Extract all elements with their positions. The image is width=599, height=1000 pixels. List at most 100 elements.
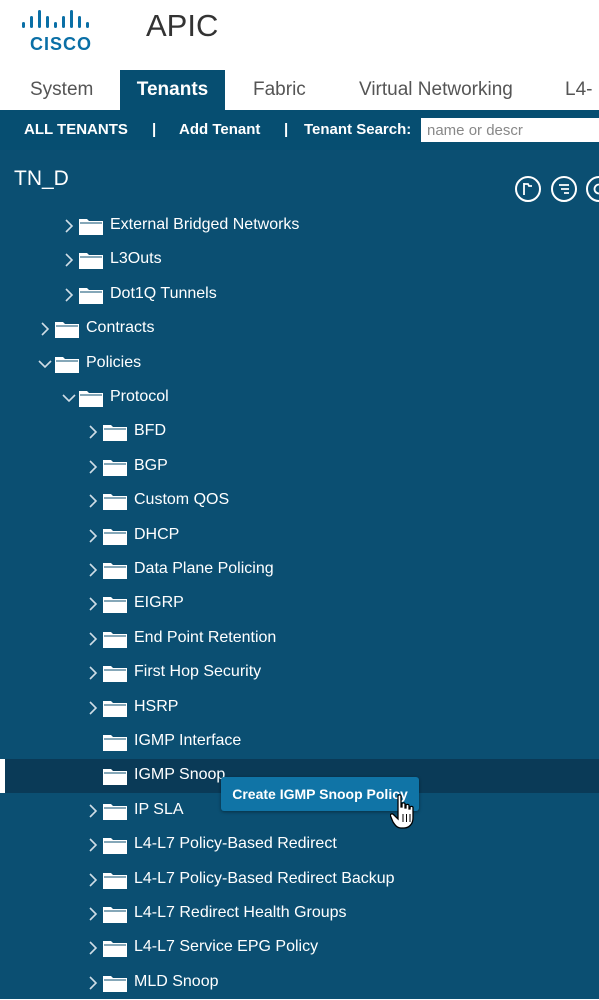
- tree-node-label: MLD Snoop: [134, 973, 219, 991]
- tree-node-label: L3Outs: [110, 250, 162, 268]
- folder-icon: [55, 320, 79, 338]
- cisco-logo: CISCO: [20, 8, 100, 52]
- tree-node[interactable]: L3Outs: [0, 243, 599, 277]
- tree-node[interactable]: L4-L7 Service EPG Policy: [0, 931, 599, 965]
- add-tenant-link[interactable]: Add Tenant: [179, 121, 260, 138]
- tree-node[interactable]: L4-L7 Policy-Based Redirect: [0, 828, 599, 862]
- chevron-right-icon[interactable]: [84, 491, 102, 511]
- tree-node[interactable]: EIGRP: [0, 587, 599, 621]
- chevron-right-icon[interactable]: [84, 904, 102, 924]
- folder-icon: [103, 836, 127, 854]
- tab-l4-l7[interactable]: L4-: [553, 70, 599, 110]
- tree-action-icon[interactable]: [515, 176, 541, 202]
- tree-node[interactable]: DHCP: [0, 519, 599, 553]
- chevron-right-icon[interactable]: [84, 870, 102, 890]
- app-title: APIC: [146, 8, 218, 44]
- tree-node-label: L4-L7 Policy-Based Redirect Backup: [134, 870, 395, 888]
- cisco-bars-icon: [22, 10, 94, 30]
- folder-icon: [103, 939, 127, 957]
- tree-node-label: HSRP: [134, 698, 178, 716]
- tab-system[interactable]: System: [18, 70, 114, 110]
- folder-icon: [103, 871, 127, 889]
- selection-indicator: [0, 759, 5, 793]
- folder-icon: [103, 802, 127, 820]
- tree-node-label: Data Plane Policing: [134, 560, 274, 578]
- tree-node[interactable]: IGMP Interface: [0, 725, 599, 759]
- tree-node-label: Protocol: [110, 388, 169, 406]
- tab-fabric[interactable]: Fabric: [241, 70, 331, 110]
- tree-node-label: L4-L7 Service EPG Policy: [134, 938, 318, 956]
- chevron-right-icon[interactable]: [84, 973, 102, 993]
- tree-node-label: BGP: [134, 457, 168, 475]
- tree-node-label: L4-L7 Policy-Based Redirect: [134, 835, 337, 853]
- chevron-down-icon[interactable]: [60, 388, 78, 408]
- header: CISCO APIC: [0, 0, 599, 70]
- tree-node[interactable]: Contracts: [0, 312, 599, 346]
- tree-node[interactable]: BGP: [0, 450, 599, 484]
- chevron-right-icon[interactable]: [84, 594, 102, 614]
- chevron-right-icon[interactable]: [84, 457, 102, 477]
- tree-node[interactable]: L4-L7 Redirect Health Groups: [0, 897, 599, 931]
- tree-node[interactable]: MLD Snoop: [0, 966, 599, 1000]
- chevron-right-icon[interactable]: [60, 250, 78, 270]
- tree-node-label: Dot1Q Tunnels: [110, 285, 217, 303]
- folder-icon: [55, 355, 79, 373]
- tree-node-label: End Point Retention: [134, 629, 276, 647]
- tree-node-label: DHCP: [134, 526, 179, 544]
- folder-icon: [103, 492, 127, 510]
- refresh-icon: [591, 181, 599, 197]
- folder-icon: [79, 217, 103, 235]
- folder-icon: [79, 251, 103, 269]
- chevron-right-icon[interactable]: [84, 629, 102, 649]
- chevron-right-icon[interactable]: [84, 422, 102, 442]
- tree-node[interactable]: End Point Retention: [0, 622, 599, 656]
- tree-node[interactable]: External Bridged Networks: [0, 209, 599, 243]
- tenant-search-label: Tenant Search:: [304, 121, 411, 138]
- tab-virtual-networking[interactable]: Virtual Networking: [347, 70, 547, 110]
- tree-node[interactable]: First Hop Security: [0, 656, 599, 690]
- chevron-right-icon[interactable]: [84, 526, 102, 546]
- tree-node[interactable]: Policies: [0, 347, 599, 381]
- tree-node[interactable]: L4-L7 Policy-Based Redirect Backup: [0, 863, 599, 897]
- all-tenants-link[interactable]: ALL TENANTS: [24, 121, 128, 138]
- tenant-search-input[interactable]: [421, 118, 599, 142]
- tree-node-label: Contracts: [86, 319, 154, 337]
- folder-icon: [103, 595, 127, 613]
- tree-node[interactable]: Data Plane Policing: [0, 553, 599, 587]
- tree-node[interactable]: Custom QOS: [0, 484, 599, 518]
- tree-node-label: EIGRP: [134, 594, 184, 612]
- tree-node-label: IP SLA: [134, 801, 184, 819]
- chevron-right-icon[interactable]: [84, 698, 102, 718]
- tab-tenants[interactable]: Tenants: [120, 70, 225, 110]
- tree-node[interactable]: Protocol: [0, 381, 599, 415]
- folder-icon: [103, 423, 127, 441]
- hand-pointer-cursor-icon: [390, 794, 414, 830]
- folder-icon: [103, 561, 127, 579]
- chevron-right-icon[interactable]: [60, 216, 78, 236]
- tree-node[interactable]: Dot1Q Tunnels: [0, 278, 599, 312]
- folder-icon: [103, 458, 127, 476]
- tree-node[interactable]: HSRP: [0, 691, 599, 725]
- folder-icon: [103, 974, 127, 992]
- chevron-right-icon[interactable]: [60, 285, 78, 305]
- chevron-right-icon[interactable]: [84, 560, 102, 580]
- chevron-down-icon[interactable]: [36, 354, 54, 374]
- tree-node-label: Custom QOS: [134, 491, 229, 509]
- filter-list-icon: [556, 181, 572, 197]
- tree-node-label: BFD: [134, 422, 166, 440]
- subnav-separator: |: [284, 121, 288, 138]
- folder-icon: [103, 733, 127, 751]
- chevron-right-icon[interactable]: [84, 938, 102, 958]
- chevron-right-icon[interactable]: [36, 319, 54, 339]
- chevron-right-icon[interactable]: [84, 663, 102, 683]
- tree-node-label: External Bridged Networks: [110, 216, 299, 234]
- flag-icon: [520, 181, 536, 197]
- folder-icon: [103, 699, 127, 717]
- tree-node-label: L4-L7 Redirect Health Groups: [134, 904, 347, 922]
- main-tabs: System Tenants Fabric Virtual Networking…: [0, 70, 599, 110]
- chevron-right-icon[interactable]: [84, 835, 102, 855]
- tree-node[interactable]: BFD: [0, 415, 599, 449]
- chevron-right-icon[interactable]: [84, 801, 102, 821]
- tree-filter-icon[interactable]: [551, 176, 577, 202]
- folder-icon: [103, 905, 127, 923]
